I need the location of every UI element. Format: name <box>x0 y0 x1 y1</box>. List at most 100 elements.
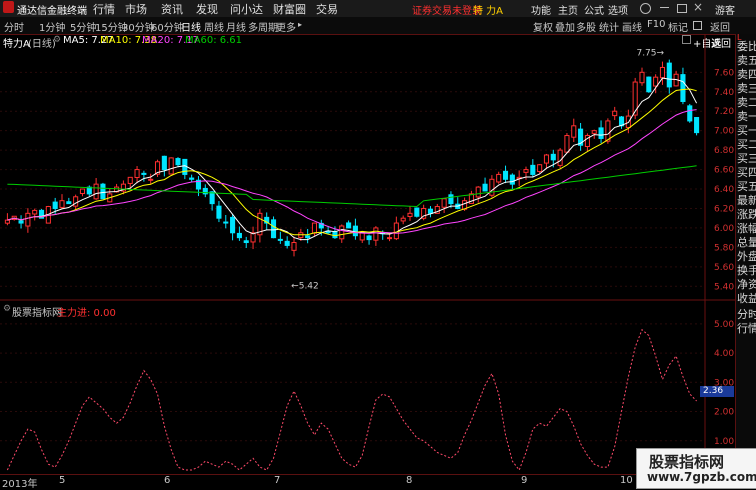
candle-body <box>427 208 434 214</box>
y-tick-label: 6.00 <box>714 224 734 234</box>
candle-body <box>407 212 413 217</box>
watermark: 股票指标网 www.7gpzb.com <box>636 448 756 489</box>
price-annotation: 7.75→ <box>636 49 664 59</box>
candle-body <box>502 170 509 180</box>
candle-body <box>687 105 693 122</box>
kline-chart[interactable]: 7.75→ ←5.42 7.60 7.40 7.20 7.00 6.80 6.60 6.40 6… <box>0 0 756 487</box>
year-label: 2013年 <box>2 479 38 490</box>
candle-body <box>332 231 338 239</box>
candle-body <box>79 188 86 195</box>
candle-body <box>523 169 529 173</box>
candle-body <box>653 76 659 87</box>
candle-body <box>243 240 249 244</box>
indicator-current-value: 2.36 <box>700 386 734 397</box>
y-tick-label: 7.60 <box>714 68 734 78</box>
y-tick-label: 5.40 <box>714 282 734 292</box>
month-label-8: 8 <box>406 475 413 486</box>
ma5-line <box>7 77 698 241</box>
indicator-gear-icon[interactable]: ⚙ <box>3 304 11 314</box>
month-label-5: 5 <box>59 475 66 486</box>
sub-y-tick-label: 5.00 <box>714 320 734 330</box>
indicator-header: ⚙ 股票指标网 主力进: 0.00 <box>0 303 705 319</box>
candle-body <box>366 235 372 241</box>
candle-body <box>66 201 72 205</box>
candle-body <box>598 127 604 139</box>
candle-body <box>537 164 543 173</box>
candle-body <box>509 174 515 185</box>
candle-body <box>236 232 242 239</box>
y-tick-label: 7.40 <box>714 88 734 98</box>
candle-body <box>216 205 222 219</box>
candle-body <box>59 200 65 208</box>
sub-y-tick-label: 4.00 <box>714 349 734 359</box>
candle-body <box>694 117 700 134</box>
y-tick-label: 6.80 <box>714 146 734 156</box>
candle-body <box>32 209 38 215</box>
candle-body <box>25 212 31 227</box>
candle-body <box>659 66 666 79</box>
indicator-source: 股票指标网 <box>12 308 62 319</box>
candle-body <box>284 240 290 246</box>
candle-body <box>4 219 10 224</box>
candle-body <box>352 225 358 237</box>
candle-body <box>489 178 495 196</box>
candle-body <box>100 183 106 200</box>
candle-body <box>639 71 645 84</box>
candle-body <box>496 173 502 183</box>
candle-body <box>277 238 283 241</box>
y-tick-label: 6.20 <box>714 204 734 214</box>
candle-body <box>134 169 140 178</box>
y-tick-label: 6.40 <box>714 185 734 195</box>
y-tick-label: 7.00 <box>714 127 734 137</box>
panel-item-eps: 收益 <box>737 292 756 305</box>
candle-body <box>646 76 652 93</box>
candle-body <box>571 125 577 138</box>
candle-body <box>632 81 638 116</box>
ma20-line <box>7 109 697 234</box>
candle-body <box>209 191 215 205</box>
candle-body <box>161 155 167 171</box>
price-annotation: ←5.42 <box>291 281 319 291</box>
candle-body <box>73 196 79 207</box>
month-label-7: 7 <box>274 475 281 486</box>
y-tick-label: 7.20 <box>714 107 734 117</box>
month-label-10: 10 <box>620 475 633 486</box>
candle-body <box>414 207 420 217</box>
y-tick-label: 6.60 <box>714 166 734 176</box>
candle-body <box>448 194 454 205</box>
candle-body <box>543 154 550 164</box>
candle-body <box>52 201 58 209</box>
candle-body <box>305 235 311 239</box>
panel-tab-hangqing[interactable]: 行情 <box>737 320 756 336</box>
candle-body <box>359 232 365 241</box>
candle-body <box>291 242 297 251</box>
candle-body <box>564 135 570 153</box>
watermark-title: 股票指标网 <box>649 453 725 471</box>
candle-body <box>189 177 195 180</box>
candle-body <box>230 216 236 234</box>
candle-body <box>530 164 536 175</box>
candle-body <box>373 227 379 241</box>
sub-y-tick-label: 1.00 <box>714 437 734 447</box>
candle-body <box>141 172 147 175</box>
candle-body <box>612 110 618 117</box>
candle-body <box>311 222 318 234</box>
candle-body <box>270 219 277 239</box>
y-tick-label: 5.60 <box>714 263 734 273</box>
sub-y-tick-label: 2.00 <box>714 408 734 418</box>
candle-body <box>441 198 447 208</box>
candle-body <box>175 158 181 166</box>
candle-body <box>475 186 481 198</box>
month-label-6: 6 <box>164 475 171 486</box>
candle-body <box>346 222 352 229</box>
candle-body <box>223 221 229 224</box>
zhulijin-line <box>6 328 697 472</box>
candle-body <box>148 178 154 181</box>
candle-body <box>591 130 597 134</box>
candle-body <box>482 183 488 192</box>
month-label-9: 9 <box>521 475 528 486</box>
candle-body <box>680 74 686 102</box>
candle-body <box>550 153 556 161</box>
watermark-url: www.7gpzb.com <box>647 470 756 484</box>
candle-body <box>18 220 24 224</box>
